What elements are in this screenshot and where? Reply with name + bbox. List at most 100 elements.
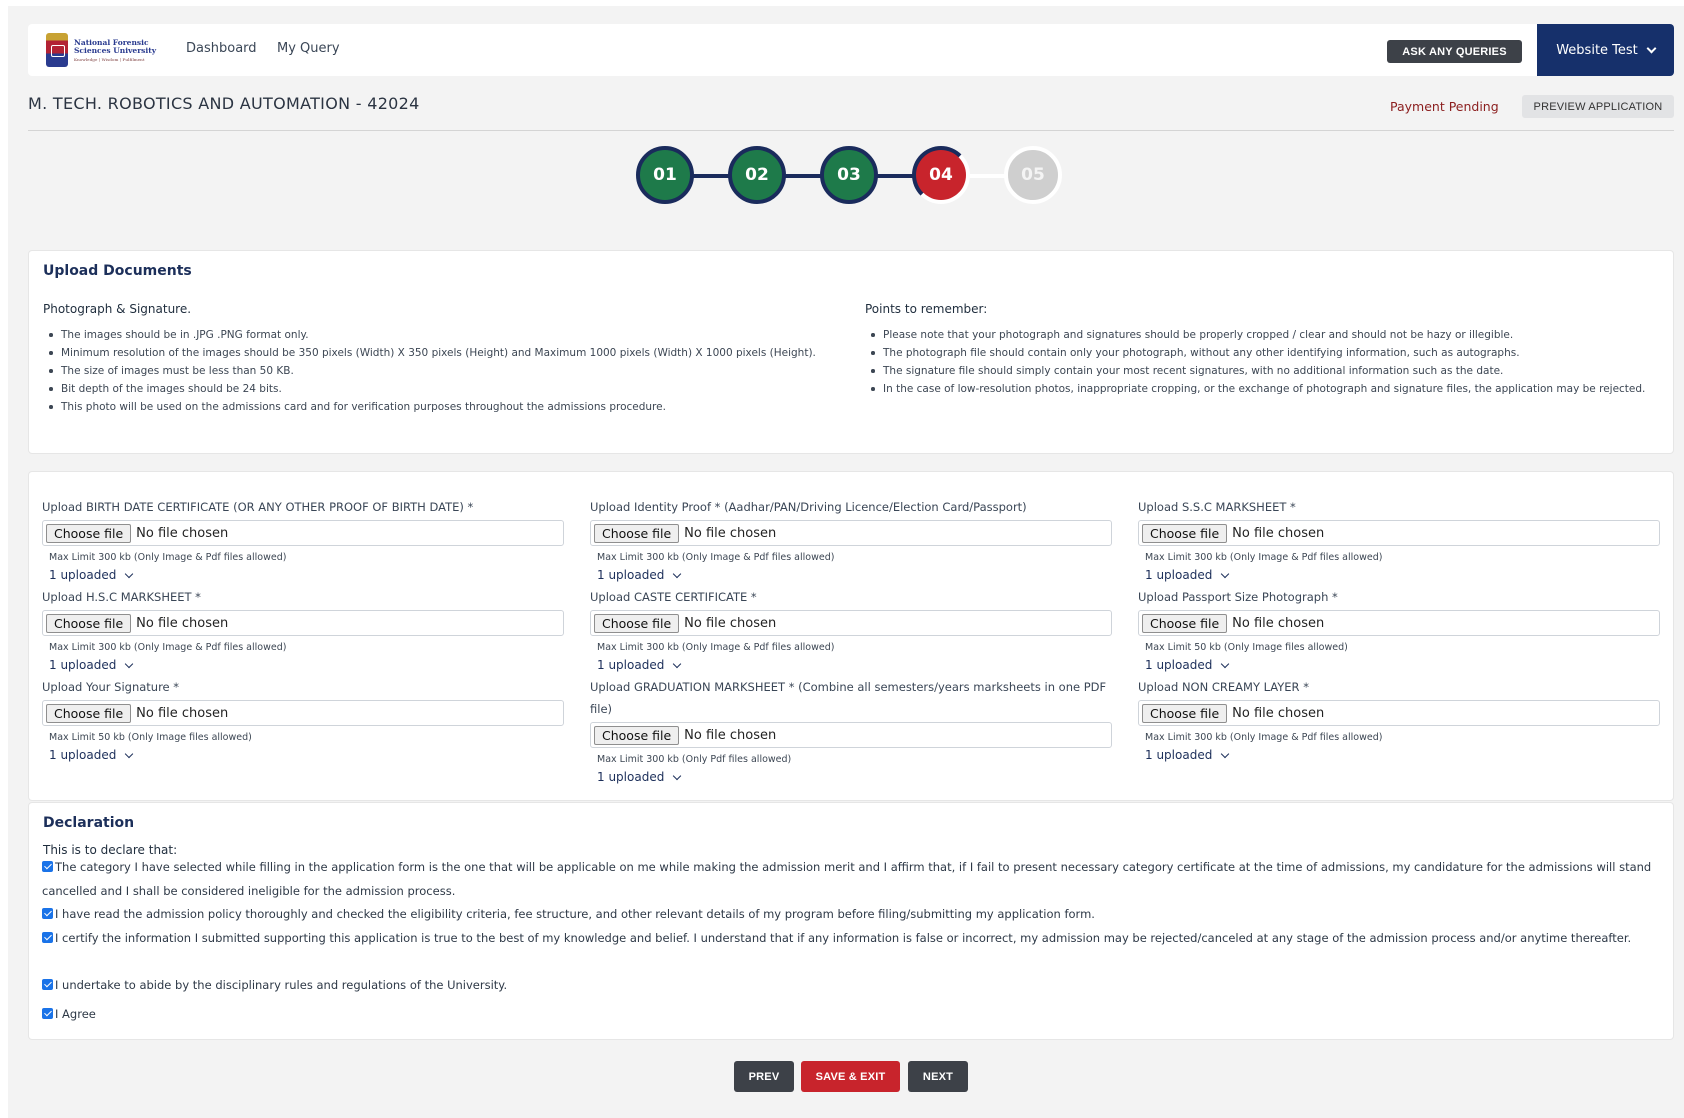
step-3[interactable]: 03 [820, 146, 878, 204]
declaration-intro: This is to declare that: [43, 843, 178, 857]
size-hint: Max Limit 300 kb (Only Image & Pdf files… [49, 552, 287, 563]
chevron-down-icon [1221, 749, 1230, 758]
choose-file-button[interactable]: Choose file [46, 703, 132, 723]
file-input[interactable]: Choose file No file chosen [1138, 610, 1660, 636]
declaration-item-4[interactable]: I undertake to abide by the disciplinary… [42, 974, 1662, 998]
uploaded-toggle[interactable]: 1 uploaded [597, 770, 1112, 784]
file-input[interactable]: Choose file No file chosen [590, 520, 1112, 546]
uploaded-count: 1 uploaded [49, 658, 117, 672]
step-2[interactable]: 02 [728, 146, 786, 204]
logo-name-line1: National Forensic [74, 37, 149, 47]
file-input[interactable]: Choose file No file chosen [590, 722, 1112, 748]
user-name: Website Test [1556, 42, 1638, 58]
chevron-down-icon [1221, 569, 1230, 578]
uploaded-toggle[interactable]: 1 uploaded [597, 658, 1112, 672]
uploaded-toggle[interactable]: 1 uploaded [1145, 568, 1660, 582]
choose-file-button[interactable]: Choose file [1142, 703, 1228, 723]
save-exit-button[interactable]: SAVE & EXIT [801, 1061, 900, 1092]
file-status: No file chosen [684, 727, 777, 743]
next-button[interactable]: NEXT [908, 1061, 968, 1092]
uploaded-toggle[interactable]: 1 uploaded [49, 568, 564, 582]
upload-field-signature: Upload Your Signature * Choose file No f… [42, 676, 564, 762]
user-menu-button[interactable]: Website Test [1537, 24, 1674, 76]
declaration-text: The category I have selected while filli… [42, 860, 1652, 898]
points-to-remember-heading: Points to remember: [865, 302, 988, 316]
list-item: This photo will be used on the admission… [43, 401, 843, 414]
step-5[interactable]: 05 [1004, 146, 1062, 204]
file-status: No file chosen [684, 525, 777, 541]
prev-button[interactable]: PREV [734, 1061, 794, 1092]
checkbox-checked[interactable] [42, 908, 53, 919]
file-status: No file chosen [136, 615, 229, 631]
checkbox-checked[interactable] [42, 932, 53, 943]
uploaded-toggle[interactable]: 1 uploaded [597, 568, 1112, 582]
size-hint: Max Limit 50 kb (Only Image files allowe… [49, 732, 252, 743]
uploaded-count: 1 uploaded [597, 770, 665, 784]
list-item: In the case of low-resolution photos, in… [865, 383, 1665, 396]
field-label: Upload NON CREAMY LAYER * [1138, 680, 1309, 694]
top-navbar: National Forensic Sciences University Kn… [28, 24, 1674, 76]
upload-field-ssc-marksheet: Upload S.S.C MARKSHEET * Choose file No … [1138, 496, 1660, 582]
declaration-item-agree[interactable]: I Agree [42, 1003, 1662, 1027]
declaration-text: I certify the information I submitted su… [55, 931, 1632, 945]
size-hint: Max Limit 300 kb (Only Pdf files allowed… [597, 754, 792, 765]
list-item: The images should be in .JPG .PNG format… [43, 329, 843, 342]
size-hint: Max Limit 300 kb (Only Image & Pdf files… [597, 642, 835, 653]
chevron-down-icon [125, 749, 134, 758]
file-status: No file chosen [1232, 615, 1325, 631]
file-input[interactable]: Choose file No file chosen [1138, 700, 1660, 726]
field-label: Upload Identity Proof * (Aadhar/PAN/Driv… [590, 500, 1027, 514]
declaration-text: I undertake to abide by the disciplinary… [55, 978, 508, 992]
file-status: No file chosen [1232, 705, 1325, 721]
preview-application-button[interactable]: PREVIEW APPLICATION [1522, 95, 1674, 118]
file-input[interactable]: Choose file No file chosen [42, 520, 564, 546]
declaration-item-3[interactable]: I certify the information I submitted su… [42, 927, 1662, 951]
declaration-text: I have read the admission policy thoroug… [55, 907, 1095, 921]
declaration-item-2[interactable]: I have read the admission policy thoroug… [42, 903, 1662, 927]
choose-file-button[interactable]: Choose file [594, 613, 680, 633]
checkbox-checked[interactable] [42, 1008, 53, 1019]
declaration-text: I Agree [55, 1007, 96, 1021]
ask-queries-button[interactable]: ASK ANY QUERIES [1387, 40, 1522, 63]
photo-guidelines-list: The images should be in .JPG .PNG format… [43, 329, 843, 419]
uploaded-toggle[interactable]: 1 uploaded [49, 748, 564, 762]
choose-file-button[interactable]: Choose file [1142, 613, 1228, 633]
uploaded-toggle[interactable]: 1 uploaded [1145, 748, 1660, 762]
file-status: No file chosen [1232, 525, 1325, 541]
upload-field-non-creamy-layer: Upload NON CREAMY LAYER * Choose file No… [1138, 676, 1660, 762]
field-label: Upload Passport Size Photograph * [1138, 590, 1338, 604]
declaration-item-1[interactable]: The category I have selected while filli… [42, 856, 1662, 903]
choose-file-button[interactable]: Choose file [1142, 523, 1228, 543]
chevron-down-icon [1221, 659, 1230, 668]
choose-file-button[interactable]: Choose file [594, 725, 680, 745]
uploaded-toggle[interactable]: 1 uploaded [1145, 658, 1660, 672]
list-item: The size of images must be less than 50 … [43, 365, 843, 378]
upload-field-identity-proof: Upload Identity Proof * (Aadhar/PAN/Driv… [590, 496, 1112, 582]
file-status: No file chosen [136, 525, 229, 541]
chevron-down-icon [1646, 43, 1657, 53]
choose-file-button[interactable]: Choose file [46, 613, 132, 633]
file-input[interactable]: Choose file No file chosen [42, 610, 564, 636]
file-input[interactable]: Choose file No file chosen [590, 610, 1112, 636]
photo-signature-heading: Photograph & Signature. [43, 302, 192, 316]
choose-file-button[interactable]: Choose file [46, 523, 132, 543]
checkbox-checked[interactable] [42, 979, 53, 990]
nav-my-query[interactable]: My Query [277, 41, 340, 56]
upload-field-caste-certificate: Upload CASTE CERTIFICATE * Choose file N… [590, 586, 1112, 672]
step-4[interactable]: 04 [912, 146, 970, 204]
file-input[interactable]: Choose file No file chosen [1138, 520, 1660, 546]
nav-dashboard[interactable]: Dashboard [186, 41, 257, 56]
size-hint: Max Limit 300 kb (Only Image & Pdf files… [1145, 552, 1383, 563]
file-input[interactable]: Choose file No file chosen [42, 700, 564, 726]
choose-file-button[interactable]: Choose file [594, 523, 680, 543]
uploaded-toggle[interactable]: 1 uploaded [49, 658, 564, 672]
remember-list: Please note that your photograph and sig… [865, 329, 1665, 401]
step-1[interactable]: 01 [636, 146, 694, 204]
field-label: Upload GRADUATION MARKSHEET * (Combine a… [590, 680, 1107, 716]
upload-field-graduation-marksheet: Upload GRADUATION MARKSHEET * (Combine a… [590, 676, 1112, 784]
step-connector [874, 174, 914, 178]
university-logo[interactable]: National Forensic Sciences University Kn… [46, 30, 164, 70]
uploaded-count: 1 uploaded [597, 658, 665, 672]
field-label: Upload Your Signature * [42, 680, 180, 694]
checkbox-checked[interactable] [42, 861, 53, 872]
